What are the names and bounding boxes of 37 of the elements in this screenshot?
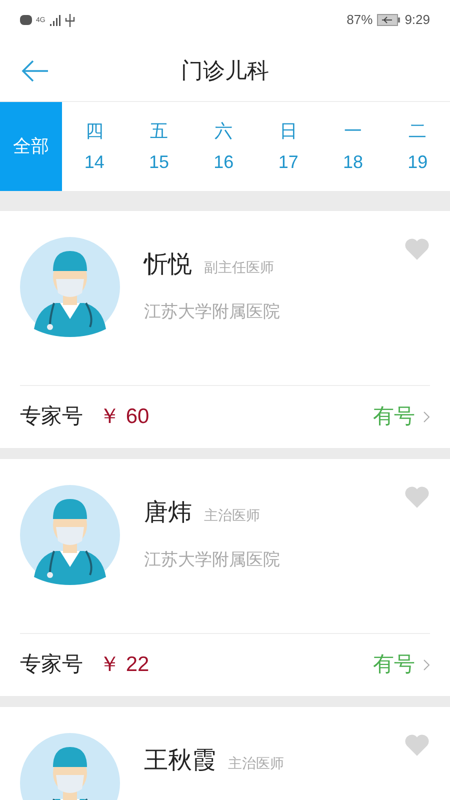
signal-icon <box>49 14 62 26</box>
usb-icon <box>65 14 76 26</box>
doctor-card[interactable]: 唐炜 主治医师 江苏大学附属医院 专家号 ￥ 22 有号 <box>0 459 450 696</box>
appointment-type: 专家号 <box>20 404 83 430</box>
page-title: 门诊儿科 <box>181 57 269 85</box>
doctor-name: 忻悦 <box>144 250 192 280</box>
doctor-name: 王秋霞 <box>144 746 216 776</box>
doctor-title: 副主任医师 <box>204 258 274 277</box>
availability[interactable]: 有号 <box>373 649 415 681</box>
price: ￥ 60 <box>99 404 150 430</box>
doctor-title: 主治医师 <box>204 506 260 525</box>
doctor-card[interactable]: 忻悦 副主任医师 江苏大学附属医院 专家号 ￥ 60 有号 <box>0 211 450 448</box>
date-tab[interactable]: 全部 <box>0 102 62 191</box>
doctor-card[interactable]: 王秋霞 主治医师 <box>0 707 450 800</box>
hospital-name: 江苏大学附属医院 <box>144 549 281 571</box>
hospital-name: 江苏大学附属医院 <box>144 301 281 323</box>
date-tab[interactable]: 六 16 <box>191 102 256 191</box>
availability[interactable]: 有号 <box>373 401 415 433</box>
chevron-icon <box>423 659 430 671</box>
date-tab[interactable]: 五 15 <box>126 102 192 191</box>
date-tab[interactable]: 一 18 <box>320 102 386 191</box>
heart-icon[interactable] <box>404 237 430 261</box>
date-tab[interactable]: 日 17 <box>256 102 321 191</box>
heart-icon[interactable] <box>404 733 430 757</box>
doctor-avatar-icon <box>20 237 120 337</box>
doctor-avatar-icon <box>20 485 120 585</box>
price: ￥ 22 <box>99 652 150 678</box>
battery-icon <box>376 14 401 26</box>
appointment-type: 专家号 <box>20 652 83 678</box>
date-tab[interactable]: 四 14 <box>62 102 127 191</box>
battery-percent: 87% <box>346 11 373 30</box>
doctor-title: 主治医师 <box>228 754 284 773</box>
doctor-name: 唐炜 <box>144 498 192 528</box>
clock-time: 9:29 <box>404 11 430 30</box>
heart-icon[interactable] <box>404 485 430 509</box>
date-tab[interactable]: 二 19 <box>385 102 450 191</box>
chevron-icon <box>423 411 430 423</box>
